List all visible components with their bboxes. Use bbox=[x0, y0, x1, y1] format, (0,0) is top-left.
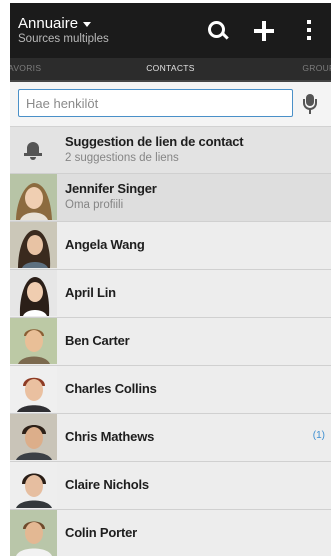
tab-strip: avoris contacts groupe bbox=[10, 58, 331, 82]
my-profile-name: Jennifer Singer bbox=[65, 181, 157, 196]
contact-row[interactable]: Charles Collins bbox=[10, 366, 331, 414]
app-subtitle: Sources multiples bbox=[18, 33, 109, 45]
contact-row[interactable]: Angela Wang bbox=[10, 222, 331, 270]
contact-name: Colin Porter bbox=[65, 525, 137, 540]
tab-contacts[interactable]: contacts bbox=[10, 63, 331, 73]
contact-list: Suggestion de lien de contact 2 suggesti… bbox=[10, 127, 331, 556]
add-icon[interactable] bbox=[254, 21, 274, 41]
my-profile-row[interactable]: Jennifer Singer Oma profiili bbox=[10, 174, 331, 222]
avatar bbox=[10, 414, 57, 460]
suggestion-subtitle: 2 suggestions de liens bbox=[65, 152, 179, 164]
app-title: Annuaire bbox=[18, 15, 79, 32]
dropdown-caret-icon bbox=[83, 22, 92, 27]
link-suggestion-row[interactable]: Suggestion de lien de contact 2 suggesti… bbox=[10, 127, 331, 174]
contact-row[interactable]: April Lin bbox=[10, 270, 331, 318]
contact-count-badge: (1) bbox=[312, 430, 325, 441]
avatar bbox=[10, 174, 57, 220]
bell-icon bbox=[24, 142, 42, 160]
contact-name: Chris Mathews bbox=[65, 429, 155, 444]
tab-groups[interactable]: groupe bbox=[302, 63, 331, 73]
avatar bbox=[10, 366, 57, 412]
search-icon[interactable] bbox=[208, 21, 229, 41]
contact-name: April Lin bbox=[65, 285, 116, 300]
avatar bbox=[10, 270, 57, 316]
avatar bbox=[10, 510, 57, 556]
my-profile-label: Oma profiili bbox=[65, 199, 124, 211]
search-input[interactable] bbox=[18, 89, 293, 117]
contact-row[interactable]: Ben Carter bbox=[10, 318, 331, 366]
contact-name: Claire Nichols bbox=[65, 477, 149, 492]
suggestion-title: Suggestion de lien de contact bbox=[65, 134, 244, 149]
contact-name: Charles Collins bbox=[65, 381, 157, 396]
avatar bbox=[10, 222, 57, 268]
overflow-menu-icon[interactable] bbox=[306, 20, 312, 42]
contact-name: Angela Wang bbox=[65, 237, 145, 252]
microphone-icon[interactable] bbox=[303, 94, 317, 116]
contact-name: Ben Carter bbox=[65, 333, 130, 348]
search-row bbox=[10, 82, 331, 127]
app-frame: Annuaire Sources multiples avoris contac… bbox=[10, 3, 331, 556]
contact-row[interactable]: Claire Nichols bbox=[10, 462, 331, 510]
contact-row[interactable]: Chris Mathews (1) bbox=[10, 414, 331, 462]
action-bar: Annuaire Sources multiples bbox=[10, 3, 331, 58]
avatar bbox=[10, 462, 57, 508]
directory-switcher[interactable]: Annuaire Sources multiples bbox=[18, 15, 109, 45]
contact-row[interactable]: Colin Porter bbox=[10, 510, 331, 556]
avatar bbox=[10, 318, 57, 364]
